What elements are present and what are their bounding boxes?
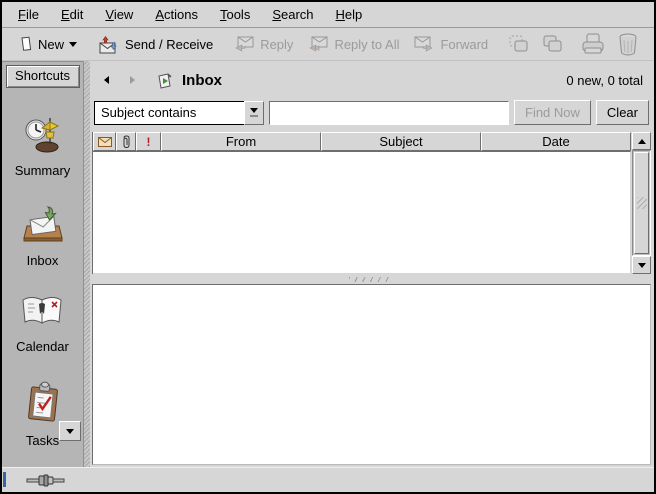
reply-icon [233, 35, 255, 53]
column-header-from[interactable]: From [161, 132, 321, 151]
status-accent-mark [3, 472, 6, 487]
move-to-folder-button[interactable] [504, 30, 532, 58]
evolution-main-window: File Edit View Actions Tools Search Help… [0, 0, 656, 494]
menu-view[interactable]: View [105, 7, 133, 22]
send-receive-icon [97, 35, 120, 54]
forward-icon [413, 35, 435, 53]
shortcut-bar-scroll-down-button[interactable] [59, 421, 81, 441]
scroll-up-button[interactable] [632, 132, 651, 150]
forward-nav-button[interactable] [122, 70, 142, 90]
message-preview-pane[interactable] [92, 284, 651, 465]
online-status-icon[interactable] [26, 473, 66, 487]
combo-arrow-button[interactable] [244, 101, 264, 125]
back-button[interactable] [96, 70, 116, 90]
sidebar-item-label: Summary [15, 163, 71, 178]
calendar-icon [19, 294, 65, 330]
message-list-body[interactable] [93, 151, 631, 274]
sidebar-item-calendar[interactable]: Calendar [16, 294, 69, 354]
forward-button-label: Forward [440, 37, 488, 52]
print-icon [580, 32, 606, 56]
inbox-icon [21, 204, 65, 244]
print-button[interactable] [578, 29, 608, 59]
send-receive-button-label: Send / Receive [125, 37, 213, 52]
paperclip-icon [122, 135, 131, 149]
column-header-subject[interactable]: Subject [321, 132, 481, 151]
message-list-scrollbar[interactable] [632, 132, 651, 274]
reply-all-icon [307, 35, 329, 53]
menu-actions[interactable]: Actions [155, 7, 198, 22]
delete-button[interactable] [614, 29, 642, 60]
tasks-icon [23, 380, 63, 424]
arrow-right-icon [130, 76, 135, 84]
new-button-label: New [38, 37, 64, 52]
main-pane: Inbox 0 new, 0 total Subject contains Fi… [90, 61, 654, 467]
summary-icon [22, 114, 64, 154]
arrow-left-icon [104, 76, 109, 84]
new-button[interactable]: New [14, 33, 81, 55]
find-now-button[interactable]: Find Now [514, 100, 591, 125]
scroll-down-button[interactable] [632, 256, 651, 274]
clear-button[interactable]: Clear [596, 100, 649, 125]
forward-button[interactable]: Forward [409, 32, 492, 56]
inbox-folder-icon [156, 72, 174, 89]
copy-to-folder-icon [540, 33, 564, 55]
message-list: ! From Subject Date [92, 132, 651, 274]
shortcut-bar: Shortcuts Summary [2, 61, 84, 467]
search-input[interactable] [269, 101, 509, 125]
reply-button[interactable]: Reply [229, 32, 297, 56]
message-status-column-header[interactable] [93, 132, 116, 151]
search-criteria-combo[interactable]: Subject contains [94, 101, 264, 125]
search-bar: Subject contains Find Now Clear [90, 99, 651, 126]
splitter-grip-icon [349, 277, 393, 282]
move-to-folder-icon [506, 33, 530, 55]
sidebar-item-label: Inbox [27, 253, 59, 268]
chevron-down-icon [69, 42, 77, 47]
sidebar-item-tasks[interactable]: Tasks [23, 380, 63, 448]
scrollbar-trough[interactable] [632, 150, 651, 256]
reply-button-label: Reply [260, 37, 293, 52]
arrow-up-icon [638, 139, 646, 144]
scrollbar-thumb[interactable] [634, 152, 649, 254]
arrow-down-icon [66, 429, 74, 434]
folder-message-counts: 0 new, 0 total [566, 73, 643, 88]
folder-title: Inbox [182, 72, 222, 89]
sidebar-item-summary[interactable]: Summary [15, 114, 71, 178]
message-list-header: ! From Subject Date [93, 132, 631, 151]
shortcuts-group-button[interactable]: Shortcuts [6, 65, 80, 88]
sidebar-item-label: Calendar [16, 339, 69, 354]
send-receive-button[interactable]: Send / Receive [93, 32, 217, 57]
sidebar-item-inbox[interactable]: Inbox [21, 204, 65, 268]
sidebar-item-label: Tasks [26, 433, 59, 448]
menu-search[interactable]: Search [272, 7, 313, 22]
copy-to-folder-button[interactable] [538, 30, 566, 58]
column-header-date[interactable]: Date [481, 132, 631, 151]
status-bar [2, 467, 654, 492]
folder-title-bar: Inbox 0 new, 0 total [90, 61, 651, 99]
importance-column-header[interactable]: ! [136, 132, 161, 151]
menu-help[interactable]: Help [336, 7, 363, 22]
new-message-icon [18, 36, 33, 52]
scrollbar-grip [637, 197, 647, 209]
preview-splitter[interactable] [90, 274, 651, 284]
attachment-column-header[interactable] [116, 132, 136, 151]
menu-file[interactable]: File [18, 7, 39, 22]
reply-to-all-button[interactable]: Reply to All [303, 32, 403, 56]
envelope-icon [98, 137, 112, 147]
arrow-down-icon [638, 263, 646, 268]
toolbar: New Send / Receive [2, 28, 654, 61]
menu-edit[interactable]: Edit [61, 7, 83, 22]
reply-to-all-button-label: Reply to All [334, 37, 399, 52]
trash-icon [616, 32, 640, 57]
menu-bar: File Edit View Actions Tools Search Help [2, 2, 654, 28]
chevron-down-icon [250, 108, 258, 113]
menu-tools[interactable]: Tools [220, 7, 250, 22]
search-criteria-value: Subject contains [94, 101, 244, 125]
